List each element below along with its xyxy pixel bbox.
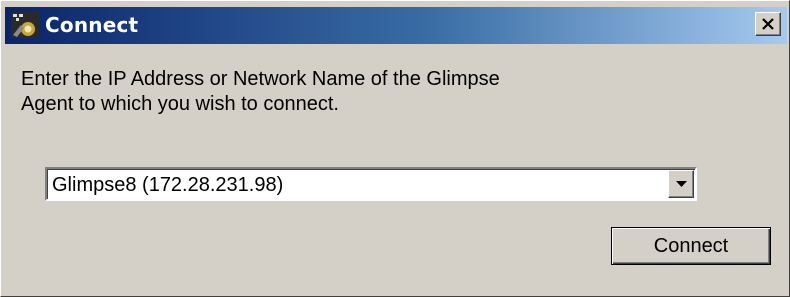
connect-instructions: Enter the IP Address or Network Name of …	[21, 67, 581, 117]
instructions-line-1: Enter the IP Address or Network Name of …	[21, 68, 500, 90]
connect-dialog-window: Connect Enter the IP Address or Network …	[0, 0, 790, 297]
instructions-line-2: Agent to which you wish to connect.	[21, 93, 339, 115]
close-button[interactable]	[755, 12, 781, 36]
combobox-dropdown-button[interactable]	[668, 170, 694, 198]
agent-combobox-value[interactable]: Glimpse8 (172.28.231.98)	[52, 173, 283, 197]
connect-button[interactable]: Connect	[611, 227, 771, 265]
glimpse-app-icon	[11, 12, 39, 38]
title-bar[interactable]: Connect	[5, 7, 787, 44]
window-title: Connect	[45, 13, 139, 37]
agent-combobox[interactable]: Glimpse8 (172.28.231.98)	[45, 167, 697, 201]
chevron-down-icon	[676, 181, 687, 187]
close-icon	[762, 18, 774, 30]
